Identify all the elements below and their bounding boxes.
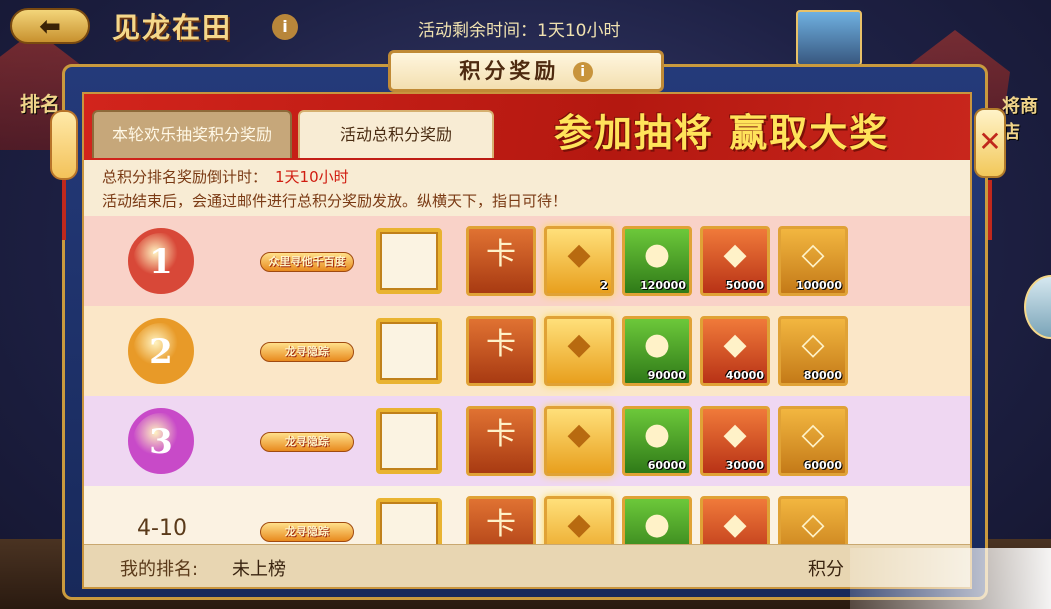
reward-item[interactable]: ◆ 50000 [700, 226, 770, 296]
reward-item[interactable]: ◆ 2 [544, 226, 614, 296]
rank-range: 4-10 [137, 516, 187, 541]
hero-shop-side-button[interactable]: 将商店 [1002, 92, 1051, 144]
hero-avatar[interactable] [796, 10, 862, 66]
close-button[interactable]: ✕ [974, 108, 1006, 178]
reward-item[interactable]: ◆ [544, 496, 614, 544]
reward-item[interactable]: ◆ 40000 [700, 316, 770, 386]
avatar-frame-reward[interactable] [376, 228, 442, 294]
rank-medal-icon: 2 [128, 318, 194, 384]
countdown: 总积分排名奖励倒计时： 1天10小时 [102, 166, 349, 187]
token-icon: ◇ [801, 417, 825, 452]
token-icon: ◇ [801, 327, 825, 362]
rank-medal-icon: 3 [128, 408, 194, 474]
reward-item[interactable]: 卡 [466, 226, 536, 296]
card-icon: 卡 [486, 417, 516, 452]
activity-title: 见龙在田 [112, 11, 233, 44]
ruby-icon: ◆ [723, 237, 747, 272]
avatar-frame-reward[interactable] [376, 498, 442, 544]
rank-reward-list[interactable]: 1 众里寻他千百度卡 ◆ 2 ● 120000 ◆ 50000 ◇ 100000 2 龙寻隐踪卡 ◆ ● 9… [84, 216, 970, 544]
watermark-fade [850, 548, 1051, 609]
reward-quantity: 100000 [796, 279, 842, 292]
chest-icon: ◆ [567, 417, 591, 452]
reward-item[interactable]: ● [622, 496, 692, 544]
chest-icon: ◆ [567, 327, 591, 362]
title-badge[interactable]: 龙寻隐踪 [260, 342, 354, 362]
tab-round-lottery-points[interactable]: 本轮欢乐抽奖积分奖励 [92, 110, 292, 158]
top-bar: ⬅ 见龙在田 i 活动剩余时间：1天10小时 [0, 0, 1051, 66]
activity-time-left: 活动剩余时间：1天10小时 [418, 21, 621, 41]
countdown-value: 1天10小时 [275, 168, 349, 186]
reward-item[interactable]: ◆ [700, 496, 770, 544]
reward-quantity: 80000 [803, 369, 842, 382]
reward-panel: 参加抽将 赢取大奖 本轮欢乐抽奖积分奖励 活动总积分奖励 总积分排名奖励倒计时：… [82, 92, 972, 589]
reward-item[interactable]: ◇ [778, 496, 848, 544]
card-icon: 卡 [486, 237, 516, 272]
reward-quantity: 60000 [647, 459, 686, 472]
jade-icon: ● [643, 327, 671, 362]
card-icon: 卡 [486, 507, 516, 542]
reward-quantity: 50000 [725, 279, 764, 292]
reward-item[interactable]: ● 60000 [622, 406, 692, 476]
reward-quantity: 2 [600, 279, 608, 292]
reward-item[interactable]: ◇ 60000 [778, 406, 848, 476]
my-rank-label: 我的排名: [120, 559, 199, 580]
rank-row: 2 龙寻隐踪 卡 ◆ ● 90000 ◆ 40000 ◇ 80000 [84, 306, 970, 396]
left-lantern-icon [50, 110, 78, 180]
rank-row: 1 众里寻他千百度卡 ◆ 2 ● 120000 ◆ 50000 ◇ 100000 [84, 216, 970, 306]
rank-row: 3 龙寻隐踪 卡 ◆ ● 60000 ◆ 30000 ◇ 60000 [84, 396, 970, 486]
reward-quantity: 120000 [640, 279, 686, 292]
my-score-label: 积分 [808, 559, 844, 580]
reward-item[interactable]: ◆ [544, 316, 614, 386]
reward-quantity: 60000 [803, 459, 842, 472]
chest-icon: ◆ [567, 237, 591, 272]
back-arrow-icon: ⬅ [39, 12, 61, 42]
my-rank-bar: 我的排名: 未上榜 积分 [84, 544, 970, 587]
reward-item[interactable]: ◇ 100000 [778, 226, 848, 296]
ruby-icon: ◆ [723, 417, 747, 452]
title-badge[interactable]: 龙寻隐踪 [260, 522, 354, 542]
avatar-frame-reward[interactable] [376, 408, 442, 474]
ruby-icon: ◆ [723, 327, 747, 362]
jade-icon: ● [643, 417, 671, 452]
countdown-label: 总积分排名奖励倒计时： [102, 168, 268, 186]
reward-item[interactable]: 卡 [466, 406, 536, 476]
reward-item[interactable]: ◆ [544, 406, 614, 476]
token-icon: ◇ [801, 237, 825, 272]
close-icon: ✕ [978, 125, 1002, 158]
reward-item[interactable]: ● 120000 [622, 226, 692, 296]
title-badge[interactable]: 龙寻隐踪 [260, 432, 354, 452]
reward-item[interactable]: ◆ 30000 [700, 406, 770, 476]
rank-medal-icon: 1 [128, 228, 194, 294]
dialog-title: 积分奖励 i [388, 50, 664, 92]
dialog-info-icon[interactable]: i [572, 62, 593, 82]
card-icon: 卡 [486, 327, 516, 362]
rank-row: 4-10 龙寻隐踪 卡 ◆ ● ◆ ◇ [84, 486, 970, 544]
banner-slogan: 参加抽将 赢取大奖 [554, 110, 890, 155]
jade-icon: ● [643, 237, 671, 272]
reward-quantity: 90000 [647, 369, 686, 382]
chest-icon: ◆ [567, 507, 591, 542]
reward-quantity: 40000 [725, 369, 764, 382]
reward-notice: 活动结束后，会通过邮件进行总积分奖励发放。纵横天下，指日可待！ [102, 192, 568, 210]
avatar-frame-reward[interactable] [376, 318, 442, 384]
reward-item[interactable]: ◇ 80000 [778, 316, 848, 386]
dialog-title-text: 积分奖励 [459, 59, 560, 83]
right-tassel [988, 180, 992, 240]
reward-quantity: 30000 [725, 459, 764, 472]
reward-item[interactable]: 卡 [466, 316, 536, 386]
left-tassel [62, 180, 66, 240]
reward-item[interactable]: 卡 [466, 496, 536, 544]
my-rank-value: 未上榜 [232, 559, 286, 580]
tab-total-points[interactable]: 活动总积分奖励 [298, 110, 494, 158]
activity-info-button[interactable]: i [272, 14, 298, 40]
ruby-icon: ◆ [723, 507, 747, 542]
back-button[interactable]: ⬅ [10, 8, 90, 44]
title-badge[interactable]: 众里寻他千百度 [260, 252, 354, 272]
jade-icon: ● [643, 507, 671, 542]
reward-item[interactable]: ● 90000 [622, 316, 692, 386]
token-icon: ◇ [801, 507, 825, 542]
